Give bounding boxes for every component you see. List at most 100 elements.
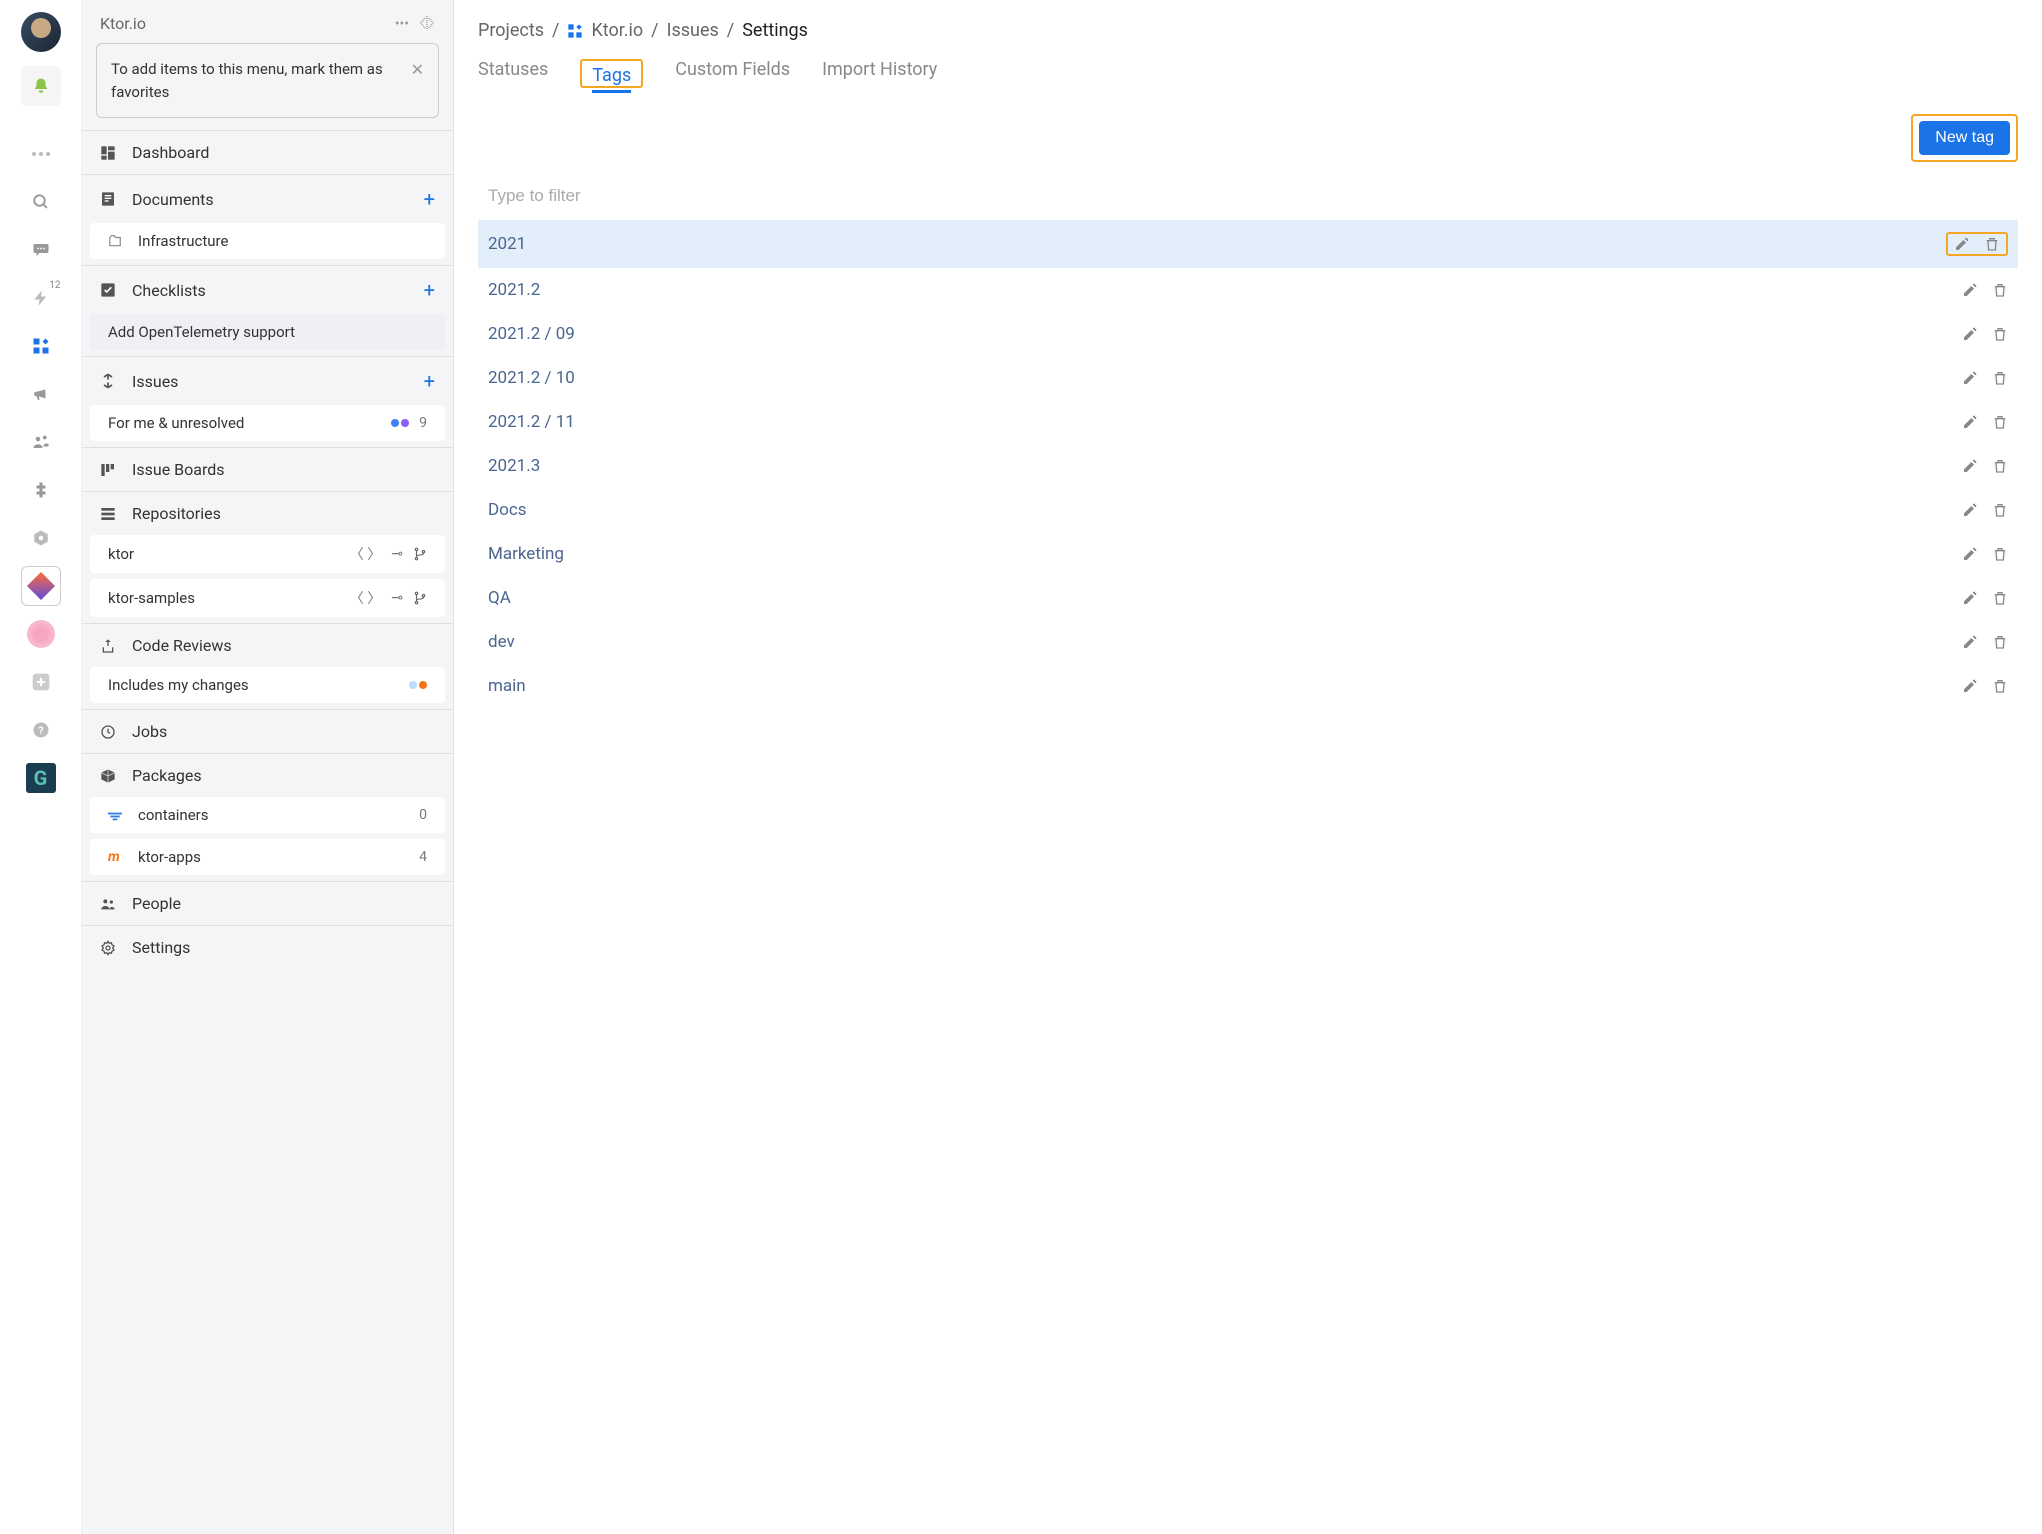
- edit-icon[interactable]: [1962, 370, 1978, 386]
- package-item[interactable]: containers0: [90, 797, 445, 833]
- tag-row[interactable]: Marketing: [478, 532, 2018, 576]
- tag-row[interactable]: 2021.2 / 10: [478, 356, 2018, 400]
- new-tag-button[interactable]: New tag: [1919, 121, 2010, 155]
- sidebar-item-checklists[interactable]: Checklists+: [82, 266, 453, 314]
- add-square-icon[interactable]: [21, 662, 61, 702]
- sidebar-item-label: Issues: [132, 372, 178, 391]
- tab-import-history[interactable]: Import History: [822, 59, 937, 88]
- package-item[interactable]: mktor-apps4: [90, 839, 445, 875]
- edit-icon[interactable]: [1962, 546, 1978, 562]
- breadcrumb-projects[interactable]: Projects: [478, 20, 544, 41]
- edit-icon[interactable]: [1962, 634, 1978, 650]
- edit-icon[interactable]: [1962, 502, 1978, 518]
- delete-icon[interactable]: [1992, 326, 2008, 342]
- edit-icon[interactable]: [1962, 326, 1978, 342]
- tag-row[interactable]: 2021.3: [478, 444, 2018, 488]
- sidebar-item-dashboard[interactable]: Dashboard: [82, 131, 453, 174]
- sidebar-item-settings[interactable]: Settings: [82, 926, 453, 969]
- tab-statuses[interactable]: Statuses: [478, 59, 548, 88]
- sidebar-title[interactable]: Ktor.io: [100, 14, 146, 33]
- code-review-filter-item[interactable]: Includes my changes: [90, 667, 445, 703]
- document-item[interactable]: Infrastructure: [90, 223, 445, 259]
- tag-row[interactable]: dev: [478, 620, 2018, 664]
- sidebar-item-packages[interactable]: Packages: [82, 754, 453, 797]
- help-icon[interactable]: ?: [21, 710, 61, 750]
- repository-item[interactable]: ktor-samples〈 〉⊸: [90, 579, 445, 617]
- edit-icon[interactable]: [1962, 590, 1978, 606]
- sidebar-item-issue-boards[interactable]: Issue Boards: [82, 448, 453, 491]
- delete-icon[interactable]: [1992, 414, 2008, 430]
- edit-icon[interactable]: [1954, 236, 1970, 252]
- close-icon[interactable]: ✕: [411, 58, 424, 103]
- tag-row[interactable]: main: [478, 664, 2018, 708]
- sidebar-item-label: Documents: [132, 190, 214, 209]
- tag-row[interactable]: Docs: [478, 488, 2018, 532]
- tag-row[interactable]: QA: [478, 576, 2018, 620]
- tab-tags[interactable]: Tags: [592, 65, 631, 93]
- breadcrumb-project[interactable]: Ktor.io: [591, 20, 643, 41]
- tag-row[interactable]: 2021.2 / 09: [478, 312, 2018, 356]
- delete-icon[interactable]: [1984, 236, 2000, 252]
- tag-row-actions: [1962, 590, 2008, 606]
- project-sidebar: Ktor.io ••• To add items to this menu, m…: [82, 0, 454, 1534]
- tab-custom-fields[interactable]: Custom Fields: [675, 59, 790, 88]
- search-icon[interactable]: [21, 182, 61, 222]
- hex-icon[interactable]: [21, 518, 61, 558]
- delete-icon[interactable]: [1992, 502, 2008, 518]
- commits-icon[interactable]: ⊸: [391, 546, 403, 562]
- tag-row-actions: [1962, 678, 2008, 694]
- tag-label: QA: [488, 588, 511, 608]
- delete-icon[interactable]: [1992, 546, 2008, 562]
- plugin-icon[interactable]: [21, 470, 61, 510]
- delete-icon[interactable]: [1992, 282, 2008, 298]
- team-icon[interactable]: [21, 422, 61, 462]
- g-logo-icon[interactable]: G: [21, 758, 61, 798]
- repository-item[interactable]: ktor〈 〉⊸: [90, 535, 445, 573]
- code-icon[interactable]: 〈 〉: [350, 588, 381, 608]
- delete-icon[interactable]: [1992, 458, 2008, 474]
- megaphone-icon[interactable]: [21, 374, 61, 414]
- delete-icon[interactable]: [1992, 370, 2008, 386]
- delete-icon[interactable]: [1992, 634, 2008, 650]
- tag-row[interactable]: 2021.2 / 11: [478, 400, 2018, 444]
- add-document-button[interactable]: +: [424, 187, 435, 211]
- branch-icon[interactable]: [413, 547, 427, 561]
- tag-label: 2021.3: [488, 456, 540, 476]
- add-issue-button[interactable]: +: [424, 369, 435, 393]
- tag-label: 2021.2 / 10: [488, 368, 575, 388]
- breadcrumb-issues[interactable]: Issues: [667, 20, 719, 41]
- add-checklist-button[interactable]: +: [424, 278, 435, 302]
- checklist-item[interactable]: Add OpenTelemetry support: [90, 314, 445, 350]
- sidebar-item-people[interactable]: People: [82, 882, 453, 925]
- edit-icon[interactable]: [1962, 414, 1978, 430]
- commits-icon[interactable]: ⊸: [391, 590, 403, 606]
- issues-filter-item[interactable]: For me & unresolved9: [90, 405, 445, 441]
- more-icon[interactable]: [21, 134, 61, 174]
- tag-list: 20212021.22021.2 / 09 2021.2 / 10 2021.2 /…: [478, 220, 2018, 708]
- edit-icon[interactable]: [1962, 282, 1978, 298]
- sidebar-item-documents[interactable]: Documents +: [82, 175, 453, 223]
- tag-row[interactable]: 2021.2: [478, 268, 2018, 312]
- code-icon[interactable]: 〈 〉: [350, 544, 381, 564]
- collapse-sidebar-icon[interactable]: [419, 16, 435, 32]
- toolbox-icon[interactable]: [21, 566, 61, 606]
- chat-icon[interactable]: [21, 230, 61, 270]
- sidebar-more-icon[interactable]: •••: [395, 16, 409, 32]
- tag-row[interactable]: 2021: [478, 220, 2018, 268]
- tag-filter-input[interactable]: [478, 180, 2018, 212]
- activity-icon[interactable]: 12: [21, 278, 61, 318]
- edit-icon[interactable]: [1962, 458, 1978, 474]
- branch-icon[interactable]: [413, 591, 427, 605]
- edit-icon[interactable]: [1962, 678, 1978, 694]
- delete-icon[interactable]: [1992, 678, 2008, 694]
- delete-icon[interactable]: [1992, 590, 2008, 606]
- sidebar-item-jobs[interactable]: Jobs: [82, 710, 453, 753]
- sidebar-item-label: Dashboard: [132, 143, 209, 162]
- sidebar-item-code-reviews[interactable]: Code Reviews: [82, 624, 453, 667]
- flower-icon[interactable]: [21, 614, 61, 654]
- sidebar-item-repositories[interactable]: Repositories: [82, 492, 453, 535]
- sidebar-item-issues[interactable]: Issues +: [82, 357, 453, 405]
- notifications-icon[interactable]: [21, 66, 61, 106]
- apps-icon[interactable]: [21, 326, 61, 366]
- avatar[interactable]: [21, 12, 61, 52]
